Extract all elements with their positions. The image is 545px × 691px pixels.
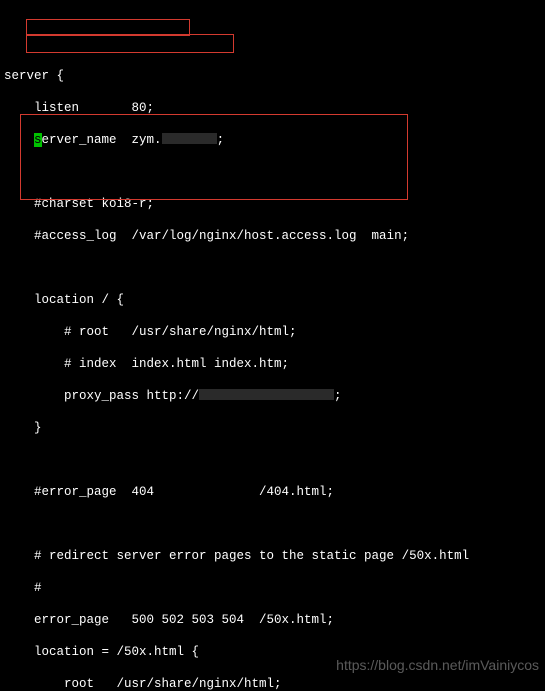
code-line	[4, 452, 545, 468]
highlight-box-listen	[26, 19, 190, 36]
code-line	[4, 516, 545, 532]
text: ;	[217, 133, 225, 147]
code-line: listen 80;	[4, 100, 545, 116]
text	[4, 133, 34, 147]
code-line: root /usr/share/nginx/html;	[4, 676, 545, 691]
code-line: #charset koi8-r;	[4, 196, 545, 212]
text: erver_name zym.	[42, 133, 162, 147]
redacted-text	[162, 133, 217, 144]
code-line: #error_page 404 /404.html;	[4, 484, 545, 500]
code-line: # root /usr/share/nginx/html;	[4, 324, 545, 340]
code-line: server_name zym.;	[4, 132, 545, 148]
code-line	[4, 164, 545, 180]
code-line: # redirect server error pages to the sta…	[4, 548, 545, 564]
code-line: server {	[4, 68, 545, 84]
text: ;	[334, 389, 342, 403]
watermark-text: https://blog.csdn.net/imVainiycos	[336, 657, 539, 673]
code-line: #access_log /var/log/nginx/host.access.l…	[4, 228, 545, 244]
code-line	[4, 260, 545, 276]
code-line: proxy_pass http://;	[4, 388, 545, 404]
highlight-box-location	[20, 114, 408, 200]
code-line: location / {	[4, 292, 545, 308]
code-line: error_page 500 502 503 504 /50x.html;	[4, 612, 545, 628]
redacted-text	[199, 389, 334, 400]
text: proxy_pass http://	[4, 389, 199, 403]
highlight-box-servername	[26, 34, 234, 53]
code-line: }	[4, 420, 545, 436]
code-line: #	[4, 580, 545, 596]
editor-cursor[interactable]: s	[34, 133, 42, 147]
code-line: # index index.html index.htm;	[4, 356, 545, 372]
